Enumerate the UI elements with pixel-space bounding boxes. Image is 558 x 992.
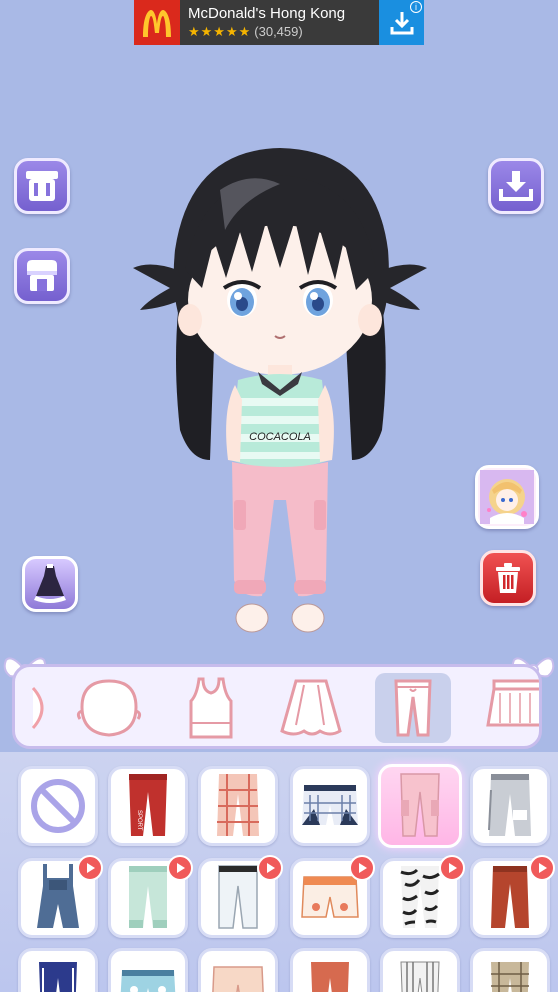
patterned-shorts-icon	[120, 970, 176, 992]
tank-top-category-icon	[189, 677, 233, 739]
striped-pants-icon	[400, 961, 440, 992]
skirt-category-tab[interactable]	[477, 673, 539, 743]
rust-pants-icon	[491, 866, 529, 928]
face-category-tab[interactable]	[71, 673, 147, 743]
item-striped-pants[interactable]	[380, 948, 460, 992]
delete-button[interactable]	[480, 550, 536, 606]
gray-cargo-pants-icon	[488, 774, 531, 836]
locked-video-icon[interactable]	[77, 855, 103, 881]
character-avatar: COCACOLA	[130, 140, 430, 640]
hair-category-icon	[31, 686, 44, 730]
locked-video-icon[interactable]	[349, 855, 375, 881]
ad-banner[interactable]: McDonald's Hong Kong ★★★★★ (30,459) i	[134, 0, 424, 45]
locked-video-icon[interactable]	[257, 855, 283, 881]
plaid-pants-icon	[217, 774, 259, 836]
item-gray-cargo-pants[interactable]	[470, 766, 550, 846]
mint-jogger-pants-icon	[129, 866, 167, 928]
skirt-category-icon	[486, 679, 539, 727]
pink-cargo-pants-icon	[400, 773, 440, 837]
shirt-text: COCACOLA	[249, 431, 311, 443]
red-sport-pants-icon: SPORT	[129, 774, 167, 836]
item-white-jeans[interactable]	[198, 855, 283, 938]
character-preset-button[interactable]	[475, 465, 539, 529]
download-button[interactable]	[488, 158, 544, 214]
cape-category-icon	[280, 679, 342, 736]
denim-overalls-icon	[37, 864, 79, 928]
item-none[interactable]	[18, 766, 98, 846]
orange-belt-shorts-icon	[301, 876, 359, 918]
face-category-icon	[76, 679, 142, 737]
mcdonalds-logo-icon	[134, 0, 180, 45]
item-zebra-pants[interactable]	[380, 855, 465, 938]
item-denim-overalls[interactable]	[18, 855, 103, 938]
locked-video-icon[interactable]	[529, 855, 555, 881]
white-jeans-icon	[218, 865, 258, 929]
ad-download-button[interactable]: i	[379, 0, 424, 45]
plaid-shorts-icon	[302, 785, 358, 825]
item-rust-pants[interactable]	[470, 855, 555, 938]
locked-video-icon[interactable]	[439, 855, 465, 881]
item-peach-pants[interactable]	[198, 948, 278, 992]
checkered-pants-icon	[491, 962, 529, 992]
ad-title: McDonald's Hong Kong	[188, 4, 346, 22]
pants-category-tab[interactable]	[375, 673, 451, 743]
item-plaid-shorts[interactable]	[290, 766, 370, 846]
wardrobe-icon	[26, 171, 58, 201]
sport-label: SPORT	[136, 810, 142, 831]
download-icon	[499, 171, 533, 201]
dress-preset-button[interactable]	[22, 556, 78, 612]
ad-info-icon[interactable]: i	[410, 1, 422, 13]
hair-category-tab[interactable]	[15, 673, 61, 743]
zebra-pants-icon	[400, 866, 440, 928]
tank-top-category-tab[interactable]	[173, 673, 249, 743]
locked-video-icon[interactable]	[167, 855, 193, 881]
navy-track-pants-icon	[39, 962, 77, 992]
salmon-pants-icon	[311, 962, 349, 992]
item-pink-cargo-pants[interactable]	[378, 764, 462, 848]
peach-pants-icon	[212, 966, 264, 992]
wardrobe-button[interactable]	[14, 158, 70, 214]
item-patterned-shorts[interactable]	[108, 948, 188, 992]
download-arrow-icon	[390, 11, 413, 34]
ad-star-rating: ★★★★★	[188, 23, 252, 39]
character-preset-icon	[480, 470, 534, 524]
pants-category-icon	[394, 679, 432, 737]
shop-icon	[27, 260, 57, 291]
item-navy-track-pants[interactable]	[18, 948, 98, 992]
item-plaid-pants[interactable]	[198, 766, 278, 846]
item-red-sport-pants[interactable]: SPORT	[108, 766, 188, 846]
item-mint-jogger-pants[interactable]	[108, 855, 193, 938]
cape-category-tab[interactable]	[273, 673, 349, 743]
item-orange-belt-shorts[interactable]	[290, 855, 375, 938]
shop-button[interactable]	[14, 248, 70, 304]
category-bar[interactable]	[12, 664, 542, 749]
item-checkered-pants[interactable]	[470, 948, 550, 992]
dress-preset-icon	[34, 564, 66, 603]
none-icon	[31, 779, 85, 833]
item-salmon-pants[interactable]	[290, 948, 370, 992]
trash-icon	[496, 563, 520, 593]
ad-rating-count: (30,459)	[254, 23, 303, 39]
